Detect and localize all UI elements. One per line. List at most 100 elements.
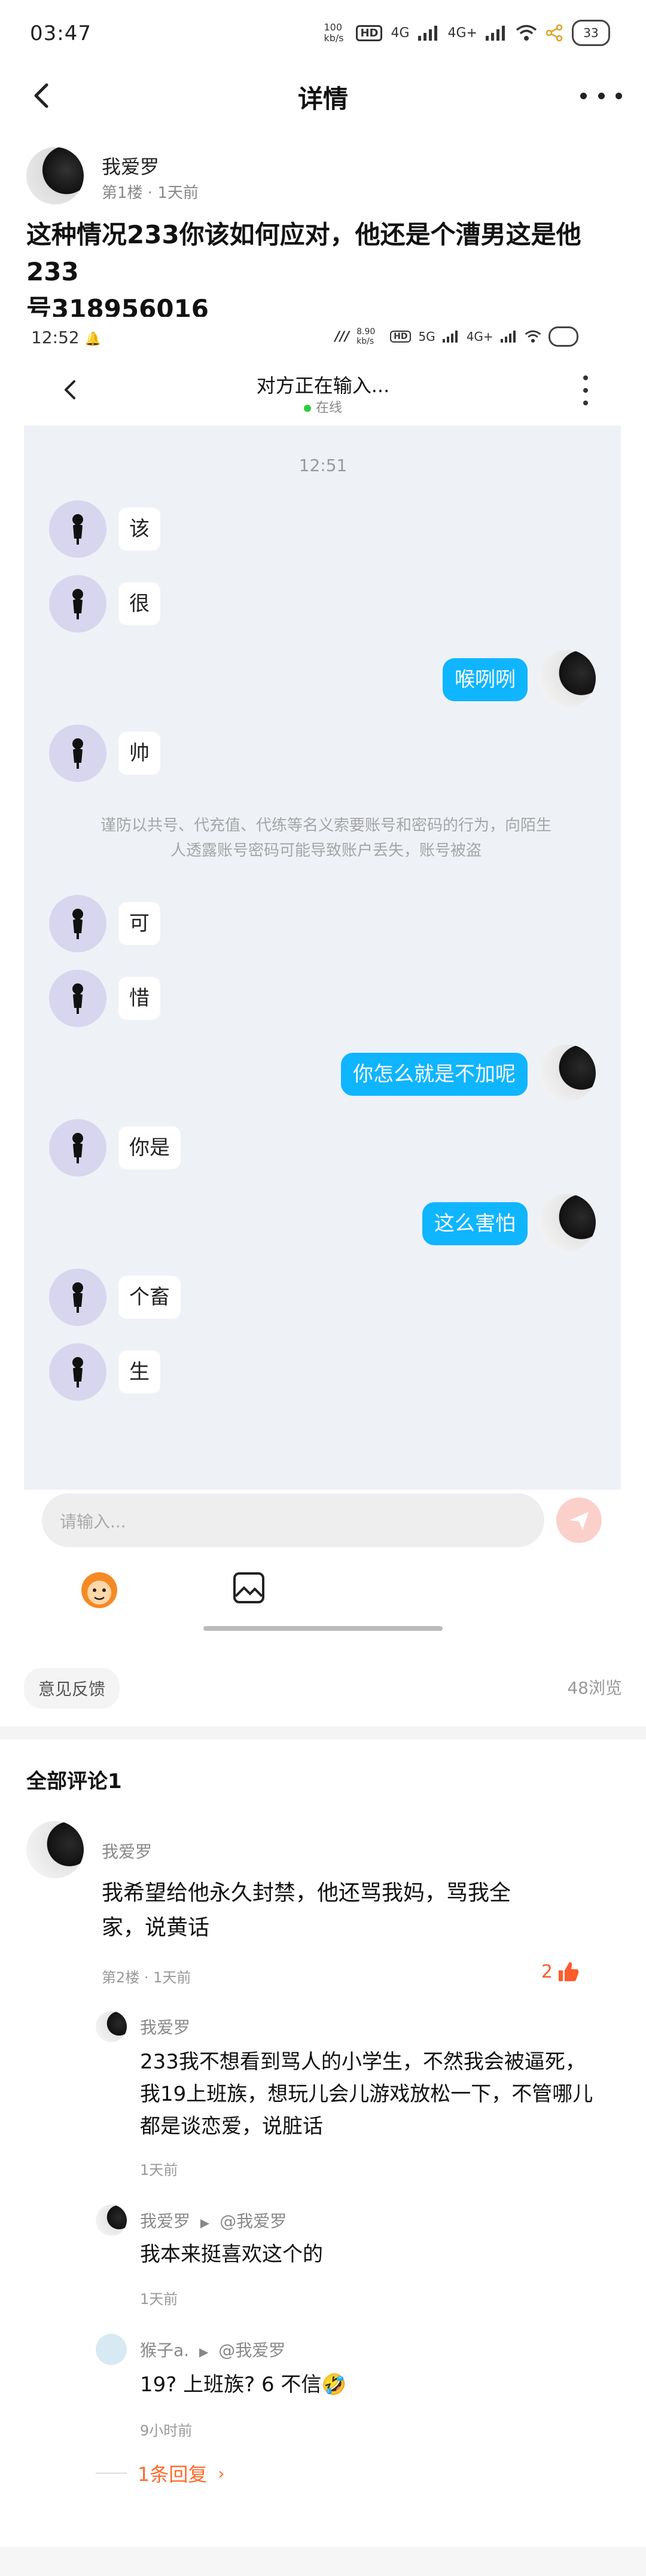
- shot-time: 12:52: [31, 328, 80, 347]
- contact-avatar: [49, 1119, 106, 1177]
- received-message: 很: [118, 582, 160, 625]
- home-indicator: [203, 1626, 443, 1631]
- received-message: 生: [118, 1350, 160, 1394]
- post-author-name[interactable]: 我爱罗: [102, 152, 159, 179]
- shot-signal-icon: [442, 331, 458, 343]
- shot-wifi-icon: [525, 330, 541, 343]
- chat-time-separator: 12:51: [298, 456, 348, 475]
- thumbs-up-icon: [559, 1962, 579, 1981]
- chat-more-icon: [583, 375, 590, 405]
- like-button[interactable]: 2: [541, 1960, 580, 1984]
- signal-label-2: 4G+: [447, 25, 477, 41]
- reply-avatar[interactable]: [96, 2011, 127, 2042]
- received-message: 帅: [118, 732, 160, 775]
- contact-avatar: [49, 970, 106, 1027]
- self-avatar: [538, 1044, 596, 1102]
- shot-status-time: 12:52 🔔: [31, 328, 102, 347]
- received-message: 你是: [118, 1126, 181, 1169]
- shot-hd-icon: HD: [390, 331, 412, 343]
- view-count: 48浏览: [567, 1678, 622, 1698]
- contact-avatar: [49, 500, 106, 558]
- page-title: 详情: [297, 84, 348, 114]
- contact-avatar: [49, 1269, 106, 1326]
- online-label: 在线: [315, 401, 342, 415]
- comments-title: 全部评论1: [26, 1770, 122, 1793]
- image-icon: [233, 1572, 264, 1603]
- shot-battery-icon: [548, 326, 578, 347]
- reply-arrow-icon: ▶: [200, 2216, 210, 2230]
- section-divider: [0, 1726, 646, 1740]
- shot-4g: 4G+: [466, 329, 493, 344]
- more-replies-label: 1条回复: [138, 2463, 208, 2486]
- reply-author-line[interactable]: 猴子a. ▶ @我爱罗: [140, 2337, 285, 2361]
- like-count: 2: [541, 1961, 553, 1982]
- share-icon: [546, 24, 563, 42]
- reply-author: 猴子a.: [140, 2340, 190, 2360]
- view-more-replies-link[interactable]: 1条回复 ›: [96, 2459, 225, 2487]
- received-message: 个畜: [118, 1276, 181, 1319]
- received-message: 可: [118, 902, 160, 945]
- comment-avatar[interactable]: [26, 1821, 84, 1878]
- shot-net-speed: 8.90 kb/s: [356, 327, 376, 346]
- battery-level: 33: [583, 26, 599, 40]
- sent-message: 喉咧咧: [443, 658, 528, 701]
- reply-avatar[interactable]: [96, 2334, 127, 2365]
- net-speed: 100 kb/s: [324, 22, 344, 44]
- received-message: 惜: [118, 977, 160, 1020]
- feedback-button[interactable]: 意见反馈: [24, 1668, 120, 1709]
- sent-message: 这么害怕: [422, 1202, 528, 1245]
- chat-area: [24, 426, 621, 1490]
- system-notice: 谨防以共号、代充值、代练等名义索要账号和密码的行为，向陌生 人透露账号密码可能导…: [72, 813, 580, 863]
- online-dot-icon: [303, 405, 311, 412]
- contact-avatar: [49, 575, 106, 632]
- hd-icon: HD: [356, 25, 383, 41]
- reply-author-line[interactable]: 我爱罗 ▶ @我爱罗: [140, 2208, 287, 2232]
- more-options-icon[interactable]: [580, 78, 622, 114]
- reply-text[interactable]: 19? 上班族? 6 不信🤣: [140, 2369, 618, 2401]
- reply-to: @我爱罗: [220, 2211, 287, 2231]
- self-avatar: [538, 650, 596, 707]
- post-text-line-1: 这种情况233你该如何应对，他还是个漕男这是他233: [26, 220, 581, 286]
- reply-arrow-icon: ▶: [199, 2345, 209, 2359]
- comment-author[interactable]: 我爱罗: [102, 1839, 152, 1863]
- reply-author: 我爱罗: [140, 2211, 191, 2231]
- reply-text-line: 233我不想看到骂人的小学生，不然我会被逼死，: [140, 2050, 586, 2074]
- chat-input: 请输入...: [42, 1493, 544, 1547]
- signal-icon: [418, 26, 437, 41]
- shot-signal-icon-2: [500, 331, 516, 343]
- sent-message: 你怎么就是不加呢: [341, 1053, 528, 1096]
- reply-to: @我爱罗: [218, 2340, 286, 2360]
- status-icons: 100 kb/s HD 4G 4G+ 33: [324, 18, 610, 48]
- status-time: 03:47: [30, 22, 92, 45]
- contact-avatar: [49, 725, 106, 782]
- battery-icon: 33: [572, 20, 610, 46]
- reply-text-line: 我本来挺喜欢这个的: [140, 2242, 323, 2266]
- reply-text[interactable]: 233我不想看到骂人的小学生，不然我会被逼死， 我19上班族，想玩儿会儿游戏放松…: [140, 2046, 618, 2143]
- comment-text-line-2: 家，说黄话: [102, 1915, 210, 1940]
- reply-time: 1天前: [140, 2291, 178, 2308]
- reply-avatar[interactable]: [96, 2205, 127, 2236]
- bottom-divider: [0, 2547, 646, 2576]
- reply-time: 1天前: [140, 2162, 178, 2178]
- reply-text-line: 我19上班族，想玩儿会儿游戏放松一下，不管哪儿: [140, 2082, 593, 2106]
- system-notice-line-2: 人透露账号密码可能导致账户丢失，账号被盗: [170, 842, 482, 860]
- wifi-icon: [516, 25, 537, 41]
- self-avatar: [538, 1194, 596, 1251]
- post-text: 这种情况233你该如何应对，他还是个漕男这是他233 号318956016: [26, 216, 618, 328]
- chevron-right-icon: ›: [218, 2463, 225, 2483]
- chat-online-status: 在线: [0, 397, 646, 416]
- post-author-avatar[interactable]: [26, 147, 84, 204]
- shot-5g: 5G: [418, 329, 435, 344]
- system-notice-line-1: 谨防以共号、代充值、代练等名义索要账号和密码的行为，向陌生: [100, 817, 551, 835]
- received-message: 该: [118, 508, 160, 551]
- comment-text[interactable]: 我希望给他永久封禁，他还骂我妈，骂我全 家，说黄话: [102, 1876, 592, 1945]
- comment-text-line-1: 我希望给他永久封禁，他还骂我妈，骂我全: [102, 1881, 511, 1905]
- reply-text[interactable]: 我本来挺喜欢这个的: [140, 2238, 618, 2271]
- reply-text-line: 19? 上班族? 6 不信🤣: [140, 2373, 347, 2397]
- post-meta: 第1楼 · 1天前: [102, 184, 199, 202]
- status-bar: 03:47 100 kb/s HD 4G 4G+ 33: [0, 0, 646, 66]
- shot-nfc-icon: ///: [335, 329, 350, 344]
- send-icon: [556, 1498, 602, 1543]
- reply-author[interactable]: 我爱罗: [140, 2015, 190, 2039]
- contact-avatar: [49, 895, 106, 952]
